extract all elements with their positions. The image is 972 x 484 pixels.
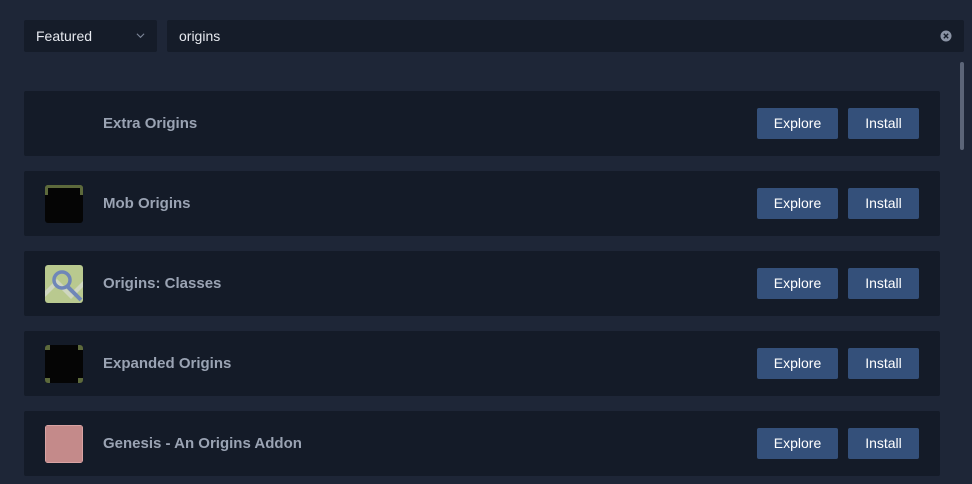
chevron-down-icon: [136, 33, 145, 39]
mod-card: Expanded Origins Explore Install: [24, 331, 940, 396]
genesis-icon: [45, 425, 83, 463]
search-input[interactable]: [167, 20, 927, 52]
mod-name[interactable]: Expanded Origins: [103, 331, 231, 396]
origins-classes-icon: [45, 265, 83, 303]
mod-name[interactable]: Genesis - An Origins Addon: [103, 411, 302, 476]
mod-browser: Featured Extra Origins Explore Install: [0, 0, 972, 484]
install-button[interactable]: Install: [848, 348, 919, 379]
install-button[interactable]: Install: [848, 428, 919, 459]
mod-card: Origins: Classes Explore Install: [24, 251, 940, 316]
mod-name[interactable]: Mob Origins: [103, 171, 191, 236]
install-button[interactable]: Install: [848, 188, 919, 219]
mod-card: Genesis - An Origins Addon Explore Insta…: [24, 411, 940, 476]
mod-list: Extra Origins Explore Install Mob Origin…: [24, 91, 940, 484]
clear-search-icon[interactable]: [940, 30, 952, 42]
install-button[interactable]: Install: [848, 268, 919, 299]
mod-card: Mob Origins Explore Install: [24, 171, 940, 236]
mob-origins-icon: [45, 185, 83, 223]
explore-button[interactable]: Explore: [757, 188, 838, 219]
explore-button[interactable]: Explore: [757, 268, 838, 299]
category-filter-value: Featured: [36, 28, 93, 44]
expanded-origins-icon: [45, 345, 83, 383]
explore-button[interactable]: Explore: [757, 108, 838, 139]
scrollbar-thumb[interactable]: [960, 62, 964, 150]
mod-card: Extra Origins Explore Install: [24, 91, 940, 156]
mod-name[interactable]: Extra Origins: [103, 91, 197, 156]
category-filter-dropdown[interactable]: Featured: [24, 20, 157, 52]
search-box: [167, 20, 964, 52]
explore-button[interactable]: Explore: [757, 428, 838, 459]
explore-button[interactable]: Explore: [757, 348, 838, 379]
install-button[interactable]: Install: [848, 108, 919, 139]
mod-name[interactable]: Origins: Classes: [103, 251, 221, 316]
